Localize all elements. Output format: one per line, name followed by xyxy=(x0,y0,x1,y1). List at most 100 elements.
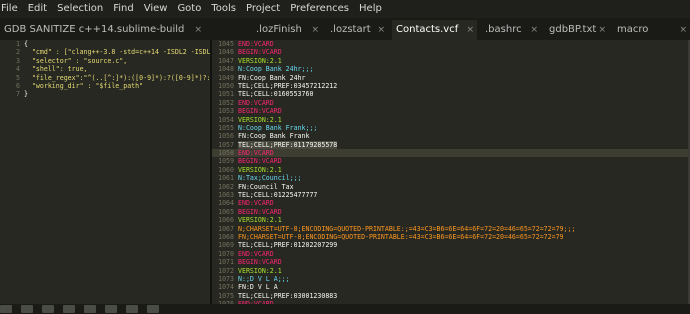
code-text: VERSION:2.1 xyxy=(238,56,282,65)
taskbar-app[interactable] xyxy=(147,304,162,314)
taskbar-app[interactable] xyxy=(0,304,15,314)
line-number: 1046 xyxy=(218,48,234,57)
line-number: 1056 xyxy=(218,132,234,141)
tab-gdbbp-txt[interactable]: gdbBP.txt × xyxy=(545,20,609,40)
tab-label: .lozstart xyxy=(330,24,371,35)
tab-label: .bashrc xyxy=(485,24,522,35)
tab-label: .lozFinish xyxy=(256,24,302,35)
code-line: 1066 VERSION:2.1 xyxy=(212,216,690,224)
code-line: 1051 TEL;CELL:0160553760 xyxy=(212,90,690,98)
code-text: FN:Coop Bank 24hr xyxy=(238,73,306,82)
code-line: 1{ xyxy=(0,40,210,48)
code-line: 6 "working_dir" : "$file_path" xyxy=(0,82,210,90)
code-line: 1052 END:VCARD xyxy=(212,99,690,107)
menu-find[interactable]: Find xyxy=(108,0,139,18)
code-text: BEGIN:VCARD xyxy=(238,258,282,267)
code-text: N:Tax;Council;;; xyxy=(238,174,302,183)
line-number: 1052 xyxy=(218,98,234,107)
code-text: END:VCARD xyxy=(238,249,274,258)
menu-tools[interactable]: Tools xyxy=(206,0,241,18)
code-text: BEGIN:VCARD xyxy=(238,207,282,216)
taskbar-app[interactable] xyxy=(63,304,78,314)
close-icon[interactable]: × xyxy=(194,20,202,40)
line-number: 1047 xyxy=(218,56,234,65)
code-text: TEL;CELL;PREF:01202207299 xyxy=(238,241,338,250)
line-number: 1065 xyxy=(218,207,234,216)
code-text: TEL;CELL:0160553760 xyxy=(238,90,314,99)
menu-file[interactable]: File xyxy=(0,0,23,18)
menu-view[interactable]: View xyxy=(139,0,173,18)
close-icon[interactable]: × xyxy=(466,20,474,40)
code-line: 1060 VERSION:2.1 xyxy=(212,166,690,174)
code-text: VERSION:2.1 xyxy=(238,266,282,275)
line-number: 7 xyxy=(16,90,20,99)
tab-label: gdbBP.txt xyxy=(549,24,597,35)
close-icon[interactable]: × xyxy=(530,20,538,40)
code-text: TEL;CELL;PREF:03001230883 xyxy=(238,291,338,300)
line-number: 1066 xyxy=(218,216,234,225)
code-text: N:Coop Bank 24hr;;; xyxy=(238,65,314,74)
code-text: END:VCARD xyxy=(238,199,274,208)
line-number: 1071 xyxy=(218,258,234,267)
code-text: "shell": true, xyxy=(24,65,88,74)
right-editor-pane[interactable]: 1045 END:VCARD 1046 BEGIN:VCARD 1047 VERSION:… xyxy=(212,40,690,304)
code-text: N;CHARSET=UTF-8;ENCODING=QUOTED-PRINTABL… xyxy=(238,224,576,233)
app-icon xyxy=(0,305,12,313)
taskbar-app[interactable] xyxy=(42,304,57,314)
taskbar-app[interactable] xyxy=(126,304,141,314)
code-text: END:VCARD xyxy=(238,98,274,107)
code-text: TEL;CELL:01225477777 xyxy=(238,191,318,200)
close-icon[interactable]: × xyxy=(377,20,385,40)
tab-bar: GDB SANITIZE c++14.sublime-build × .lozFin… xyxy=(0,18,690,40)
code-line: 1064 END:VCARD xyxy=(212,199,690,207)
taskbar-app[interactable] xyxy=(105,304,120,314)
code-line: 1068 FN;CHARSET=UTF-8;ENCODING=QUOTED-PRI… xyxy=(212,233,690,241)
code-line: 4 "shell": true, xyxy=(0,65,210,73)
line-number: 6 xyxy=(16,81,20,90)
close-icon[interactable]: × xyxy=(598,20,606,40)
tab-lozstart[interactable]: .lozstart × xyxy=(326,20,388,40)
code-text: BEGIN:VCARD xyxy=(238,107,282,116)
close-icon[interactable]: × xyxy=(311,20,319,40)
code-text: BEGIN:VCARD xyxy=(238,157,282,166)
code-text: VERSION:2.1 xyxy=(238,216,282,225)
tab-label: Contacts.vcf xyxy=(396,24,459,35)
left-editor-pane[interactable]: 1{2 "cmd" : ["clang++-3.8 -std=c++14 -IS… xyxy=(0,40,210,304)
menu-goto[interactable]: Goto xyxy=(172,0,206,18)
menu-help[interactable]: Help xyxy=(354,0,387,18)
code-text: TEL;CELL;PREF:01179285578 xyxy=(238,140,338,150)
code-text: "cmd" : ["clang++-3.8 -std=c++14 -ISDL2 … xyxy=(24,48,210,57)
line-number: 1057 xyxy=(218,140,234,149)
tab-bashrc[interactable]: .bashrc × xyxy=(481,20,541,40)
code-text: "file_regex":"^(..[^:]*):([0-9]*):?([0-9… xyxy=(31,73,210,82)
taskbar-app[interactable] xyxy=(21,304,36,314)
code-text: FN;CHARSET=UTF-8;ENCODING=QUOTED-PRINTAB… xyxy=(238,232,564,241)
code-line: 1054 VERSION:2.1 xyxy=(212,116,690,124)
menu-bar: File Edit Selection Find View Goto Tools Projec… xyxy=(0,0,690,18)
line-number: 1068 xyxy=(218,232,234,241)
tab-macro[interactable]: macro × xyxy=(613,20,690,40)
menu-selection[interactable]: Selection xyxy=(52,0,108,18)
close-icon[interactable]: × xyxy=(679,20,687,40)
tab-gdb-sanitize-c-14-sublime-build[interactable]: GDB SANITIZE c++14.sublime-build × xyxy=(0,20,205,40)
menu-edit[interactable]: Edit xyxy=(23,0,52,18)
tab-contacts-vcf[interactable]: Contacts.vcf × xyxy=(392,20,477,40)
code-text: VERSION:2.1 xyxy=(238,115,282,124)
code-line: 1071 BEGIN:VCARD xyxy=(212,258,690,266)
line-number: 1069 xyxy=(218,241,234,250)
tab-lozfinish[interactable]: .lozFinish × xyxy=(252,20,322,40)
menu-preferences[interactable]: Preferences xyxy=(285,0,354,18)
code-line: 1049 FN:Coop Bank 24hr xyxy=(212,74,690,82)
taskbar-app[interactable] xyxy=(84,304,99,314)
app-icon xyxy=(105,305,117,313)
code-line: 1069 TEL;CELL;PREF:01202207299 xyxy=(212,241,690,249)
line-number: 1060 xyxy=(218,165,234,174)
code-line: 1053 BEGIN:VCARD xyxy=(212,107,690,115)
code-line: 7} xyxy=(0,90,210,98)
line-number: 4 xyxy=(16,65,20,74)
taskbar xyxy=(0,304,690,314)
code-line: 1065 BEGIN:VCARD xyxy=(212,208,690,216)
line-number: 1058 xyxy=(218,149,234,158)
line-number: 2 xyxy=(16,48,20,57)
menu-project[interactable]: Project xyxy=(241,0,285,18)
